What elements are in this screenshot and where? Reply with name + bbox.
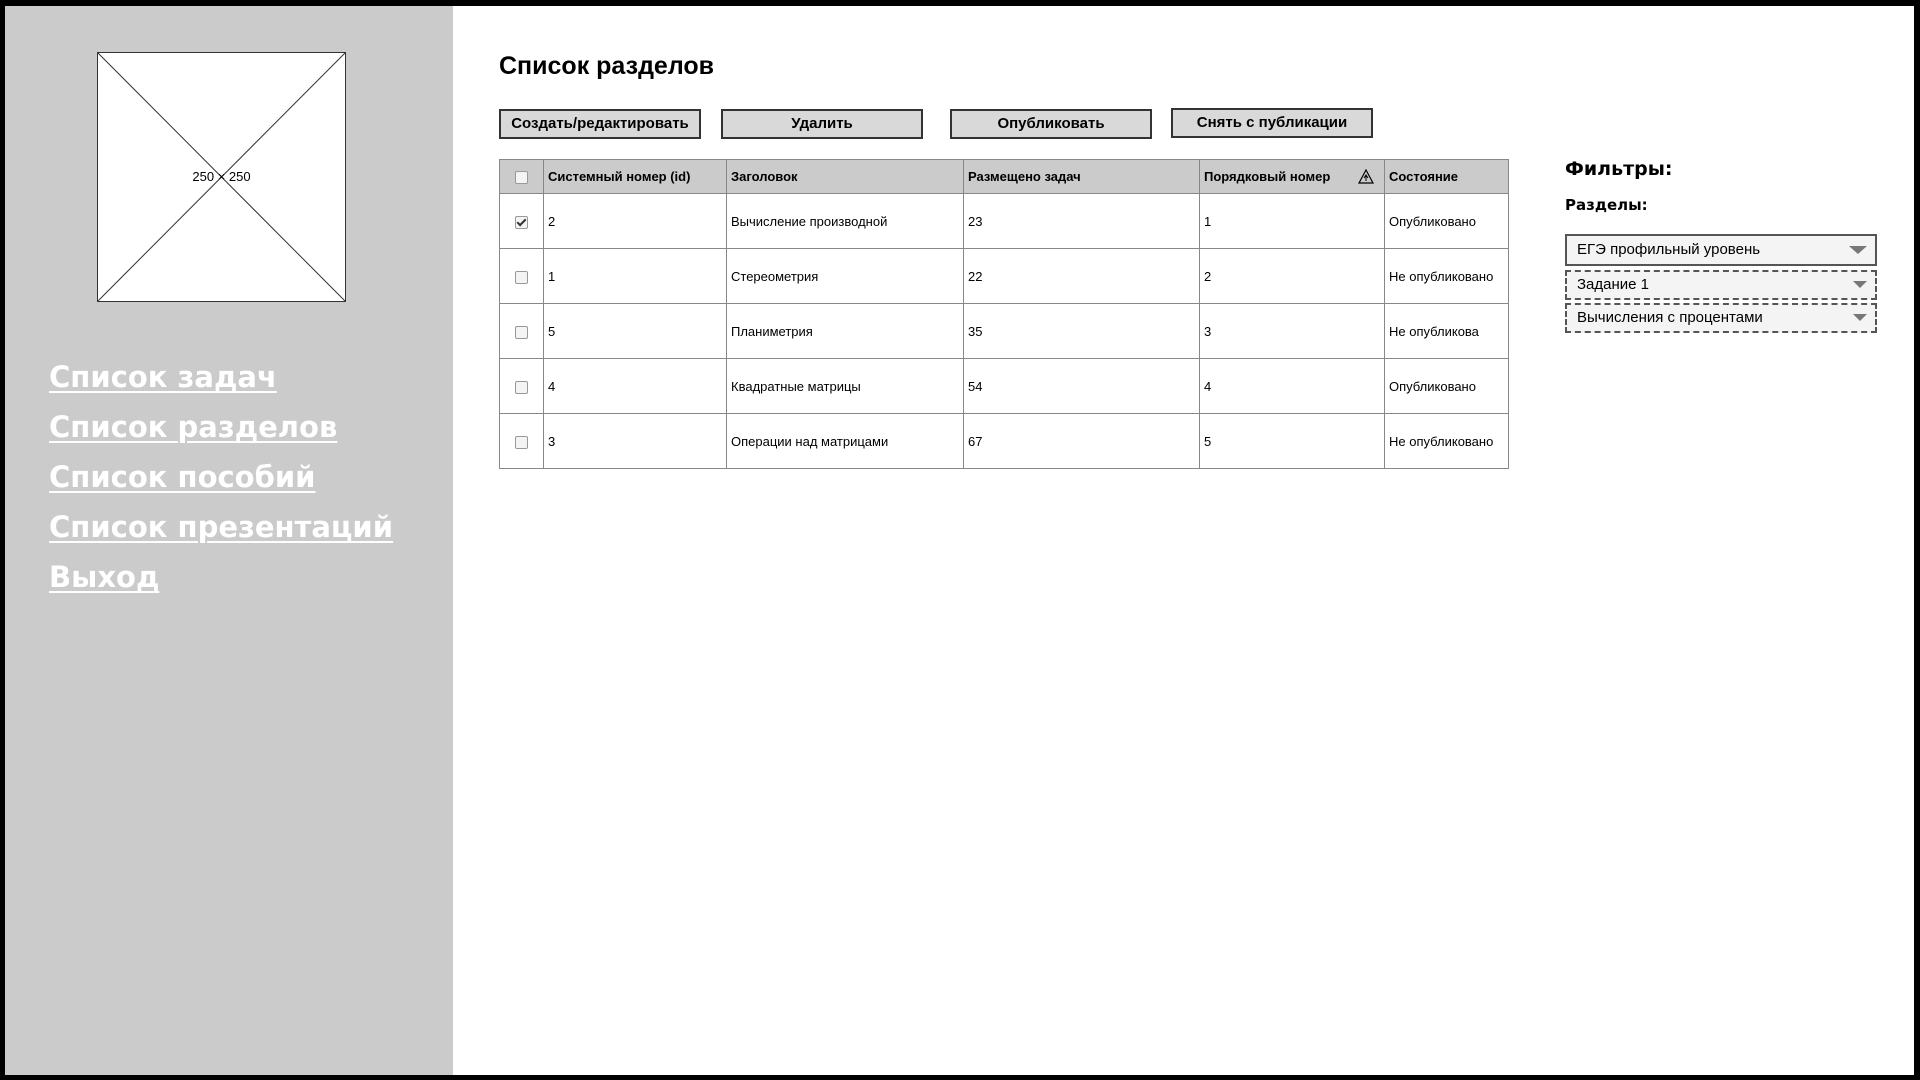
delete-button[interactable]: Удалить <box>721 109 923 139</box>
cell-order: 5 <box>1199 413 1385 469</box>
cell-title: Вычисление производной <box>726 193 964 249</box>
unpublish-button[interactable]: Снять с публикации <box>1171 108 1373 138</box>
cell-tasks-count: 22 <box>963 248 1200 304</box>
cell-status: Не опубликова <box>1384 303 1509 359</box>
cell-status: Опубликовано <box>1384 193 1509 249</box>
row-select-cell <box>499 193 544 249</box>
row-checkbox[interactable] <box>515 215 528 229</box>
cell-tasks-count: 35 <box>963 303 1200 359</box>
logo-label: 250 × 250 <box>192 169 251 184</box>
row-select-cell <box>499 413 544 469</box>
cell-id: 5 <box>543 303 727 359</box>
sidebar-nav: Список задач Список разделов Список посо… <box>49 355 393 605</box>
page-title: Список разделов <box>499 52 715 80</box>
nav-link-presentations[interactable]: Список презентаций <box>49 505 393 555</box>
sections-table: Системный номер (id) Заголовок Размещено… <box>499 159 1509 469</box>
filter-select-task-value: Задание 1 <box>1577 276 1650 293</box>
row-select-cell <box>499 248 544 304</box>
cell-id: 1 <box>543 248 727 304</box>
cell-tasks-count: 67 <box>963 413 1200 469</box>
filter-select-topic[interactable]: Вычисления с процентами <box>1565 303 1877 333</box>
cell-status: Не опубликовано <box>1384 413 1509 469</box>
row-checkbox[interactable] <box>515 380 528 394</box>
logo-placeholder: 250 × 250 <box>97 52 346 302</box>
cell-title: Стереометрия <box>726 248 964 304</box>
chevron-down-icon <box>1849 246 1867 254</box>
chevron-down-icon <box>1853 281 1867 288</box>
cell-id: 2 <box>543 193 727 249</box>
cell-order: 3 <box>1199 303 1385 359</box>
cell-title: Планиметрия <box>726 303 964 359</box>
create-edit-button[interactable]: Создать/редактировать <box>499 109 701 139</box>
table-row[interactable]: 1 Стереометрия 22 2 Не опубликовано <box>499 248 1509 304</box>
filters-title: Фильтры: <box>1565 158 1673 180</box>
cell-title: Квадратные матрицы <box>726 358 964 414</box>
cell-order: 1 <box>1199 193 1385 249</box>
cell-title: Операции над матрицами <box>726 413 964 469</box>
table-row[interactable]: 2 Вычисление производной 23 1 Опубликовано <box>499 193 1509 249</box>
row-select-cell <box>499 303 544 359</box>
filters-sections-label: Разделы: <box>1565 196 1648 214</box>
nav-link-manuals[interactable]: Список пособий <box>49 455 393 505</box>
select-all-cell <box>499 159 544 194</box>
column-header-id[interactable]: Системный номер (id) <box>543 159 727 194</box>
table-row[interactable]: 5 Планиметрия 35 3 Не опубликова <box>499 303 1509 359</box>
column-header-order[interactable]: Порядковый номер <box>1199 159 1385 194</box>
sort-icon[interactable] <box>1358 168 1374 185</box>
cell-id: 3 <box>543 413 727 469</box>
publish-button[interactable]: Опубликовать <box>950 109 1152 139</box>
row-checkbox[interactable] <box>515 325 528 339</box>
row-select-cell <box>499 358 544 414</box>
chevron-down-icon <box>1853 314 1867 321</box>
sidebar: 250 × 250 Список задач Список разделов С… <box>5 6 453 1075</box>
column-header-order-label: Порядковый номер <box>1204 168 1331 184</box>
row-checkbox[interactable] <box>515 270 528 284</box>
cell-order: 4 <box>1199 358 1385 414</box>
nav-link-sections[interactable]: Список разделов <box>49 405 393 455</box>
column-header-tasks[interactable]: Размещено задач <box>963 159 1200 194</box>
column-header-title[interactable]: Заголовок <box>726 159 964 194</box>
filter-select-exam-value: ЕГЭ профильный уровень <box>1577 241 1761 258</box>
filter-select-exam[interactable]: ЕГЭ профильный уровень <box>1565 234 1877 266</box>
cell-status: Не опубликовано <box>1384 248 1509 304</box>
table-header-row: Системный номер (id) Заголовок Размещено… <box>499 159 1509 194</box>
table-row[interactable]: 4 Квадратные матрицы 54 4 Опубликовано <box>499 358 1509 414</box>
filter-select-task[interactable]: Задание 1 <box>1565 270 1877 300</box>
nav-link-logout[interactable]: Выход <box>49 555 393 605</box>
table-body: 2 Вычисление производной 23 1 Опубликовано 1 С… <box>499 193 1509 469</box>
filter-select-topic-value: Вычисления с процентами <box>1577 309 1763 326</box>
cell-status: Опубликовано <box>1384 358 1509 414</box>
column-header-status[interactable]: Состояние <box>1384 159 1509 194</box>
app-frame: 250 × 250 Список задач Список разделов С… <box>5 6 1914 1075</box>
nav-link-tasks[interactable]: Список задач <box>49 355 393 405</box>
select-all-checkbox[interactable] <box>515 171 528 185</box>
cell-order: 2 <box>1199 248 1385 304</box>
row-checkbox[interactable] <box>515 435 528 449</box>
cell-tasks-count: 23 <box>963 193 1200 249</box>
cell-tasks-count: 54 <box>963 358 1200 414</box>
table-row[interactable]: 3 Операции над матрицами 67 5 Не опубликован… <box>499 413 1509 469</box>
cell-id: 4 <box>543 358 727 414</box>
